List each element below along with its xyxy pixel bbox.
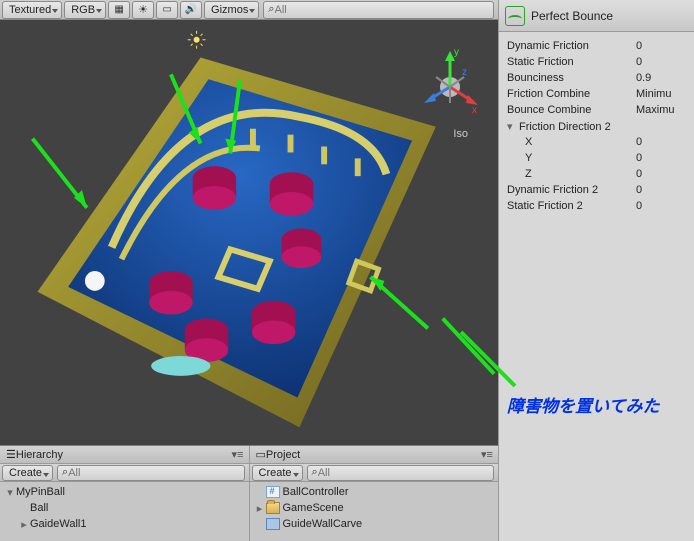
prefab-icon bbox=[266, 518, 280, 530]
inspector-header: Perfect Bounce bbox=[499, 0, 694, 32]
property-label: Static Friction 2 bbox=[507, 200, 636, 212]
property-label: Bounciness bbox=[507, 72, 636, 84]
property-row[interactable]: Y0 bbox=[507, 150, 686, 166]
property-row[interactable]: X0 bbox=[507, 134, 686, 150]
foldout-icon[interactable]: ▾ bbox=[507, 120, 519, 133]
property-row[interactable]: Bounciness0.9 bbox=[507, 70, 686, 86]
inspector-body: Dynamic Friction0Static Friction0Bouncin… bbox=[499, 32, 694, 541]
hierarchy-search-input[interactable] bbox=[68, 467, 239, 479]
property-row[interactable]: Z0 bbox=[507, 166, 686, 182]
property-value[interactable]: 0 bbox=[636, 56, 686, 68]
tree-row[interactable]: BallController bbox=[250, 484, 499, 500]
annotation-text: 障害物を置いてみた bbox=[507, 392, 660, 417]
shading-dropdown[interactable]: Textured bbox=[2, 1, 62, 19]
property-label: Y bbox=[525, 152, 636, 164]
project-search-input[interactable] bbox=[318, 467, 489, 479]
left-column: Textured RGB ▦ ☀ ▭ 🔊 Gizmos ⌕ bbox=[0, 0, 498, 541]
svg-text:z: z bbox=[462, 67, 467, 78]
property-row[interactable]: Static Friction 20 bbox=[507, 198, 686, 214]
inspector-title: Perfect Bounce bbox=[531, 9, 613, 23]
property-value[interactable]: 0 bbox=[636, 152, 686, 164]
inspector-panel: Perfect Bounce Dynamic Friction0Static F… bbox=[498, 0, 694, 541]
property-row[interactable]: Dynamic Friction0 bbox=[507, 38, 686, 54]
property-label: ▾Friction Direction 2 bbox=[507, 120, 636, 133]
panel-menu-icon[interactable]: ▾≡ bbox=[480, 448, 494, 462]
scene-search-field[interactable]: ⌕ bbox=[263, 1, 494, 19]
render-mode-dropdown[interactable]: RGB bbox=[64, 1, 106, 19]
view-mode-label: Iso bbox=[453, 128, 468, 140]
project-search[interactable]: ⌕ bbox=[307, 465, 494, 481]
toggle-light-button[interactable]: ☀ bbox=[132, 1, 154, 19]
property-value[interactable]: 0 bbox=[636, 136, 686, 148]
property-row[interactable]: Static Friction0 bbox=[507, 54, 686, 70]
script-icon bbox=[266, 486, 280, 498]
scene-view[interactable]: y x z Iso bbox=[0, 20, 498, 445]
bottom-panels: ☰ Hierarchy ▾≡ Create ⌕ MyPinBall Ball G… bbox=[0, 445, 498, 541]
property-label: Dynamic Friction 2 bbox=[507, 184, 636, 196]
panel-menu-icon[interactable]: ▾≡ bbox=[231, 448, 245, 462]
folder-icon bbox=[266, 502, 280, 514]
property-value[interactable]: Maximu bbox=[636, 104, 686, 116]
physic-material-icon bbox=[505, 6, 525, 26]
property-label: Bounce Combine bbox=[507, 104, 636, 116]
toggle-skybox-button[interactable]: ▭ bbox=[156, 1, 178, 19]
svg-text:x: x bbox=[472, 105, 477, 116]
hierarchy-create-dropdown[interactable]: Create bbox=[2, 465, 53, 481]
property-value[interactable]: 0 bbox=[636, 200, 686, 212]
property-row[interactable]: Bounce CombineMaximu bbox=[507, 102, 686, 118]
tree-row[interactable]: MyPinBall bbox=[0, 484, 249, 500]
project-tree[interactable]: BallController GameScene GuideWallCarve bbox=[250, 482, 499, 541]
property-label: Friction Combine bbox=[507, 88, 636, 100]
project-create-dropdown[interactable]: Create bbox=[252, 465, 303, 481]
gizmos-dropdown[interactable]: Gizmos bbox=[204, 1, 259, 19]
property-label: X bbox=[525, 136, 636, 148]
property-value[interactable]: 0.9 bbox=[636, 72, 686, 84]
property-label: Dynamic Friction bbox=[507, 40, 636, 52]
property-label: Z bbox=[525, 168, 636, 180]
hierarchy-tab[interactable]: ☰ Hierarchy ▾≡ bbox=[0, 446, 249, 464]
hierarchy-panel: ☰ Hierarchy ▾≡ Create ⌕ MyPinBall Ball G… bbox=[0, 446, 250, 541]
tree-row[interactable]: GameScene bbox=[250, 500, 499, 516]
axis-gizmo[interactable]: y x z bbox=[418, 45, 482, 125]
hierarchy-tree[interactable]: MyPinBall Ball GaideWall1 bbox=[0, 482, 249, 541]
toggle-audio-button[interactable]: 🔊 bbox=[180, 1, 202, 19]
property-label: Static Friction bbox=[507, 56, 636, 68]
property-row[interactable]: Dynamic Friction 20 bbox=[507, 182, 686, 198]
tree-row[interactable]: GuideWallCarve bbox=[250, 516, 499, 532]
hierarchy-search[interactable]: ⌕ bbox=[57, 465, 244, 481]
property-value[interactable]: Minimu bbox=[636, 88, 686, 100]
tree-row[interactable]: GaideWall1 bbox=[0, 516, 249, 532]
annotation-arrow bbox=[457, 328, 517, 388]
scene-toolbar: Textured RGB ▦ ☀ ▭ 🔊 Gizmos ⌕ bbox=[0, 0, 498, 20]
property-value[interactable]: 0 bbox=[636, 184, 686, 196]
property-value[interactable]: 0 bbox=[636, 40, 686, 52]
property-row[interactable]: Friction CombineMinimu bbox=[507, 86, 686, 102]
tree-row[interactable]: Ball bbox=[0, 500, 249, 516]
property-value[interactable]: 0 bbox=[636, 168, 686, 180]
property-row[interactable]: ▾Friction Direction 2 bbox=[507, 118, 686, 134]
project-panel: ▭ Project ▾≡ Create ⌕ BallController Gam… bbox=[250, 446, 499, 541]
project-tab[interactable]: ▭ Project ▾≡ bbox=[250, 446, 499, 464]
svg-text:y: y bbox=[454, 47, 459, 58]
scene-search-input[interactable] bbox=[275, 4, 490, 16]
toggle-2d-button[interactable]: ▦ bbox=[108, 1, 130, 19]
